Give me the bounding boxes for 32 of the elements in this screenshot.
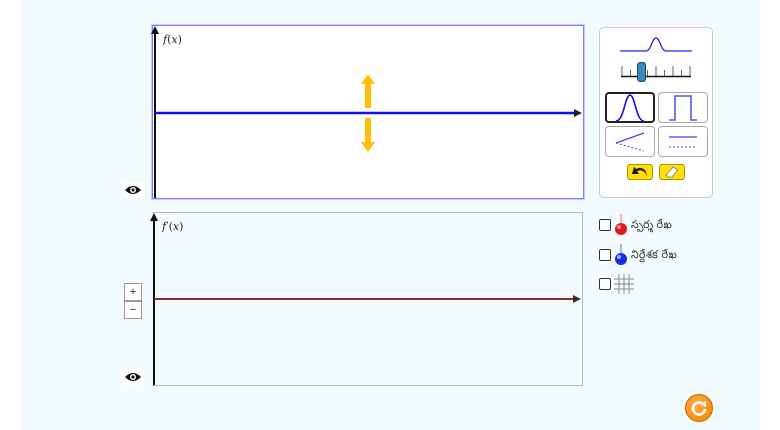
zoom-button[interactable]: −	[124, 301, 142, 319]
eye-icon	[125, 372, 141, 382]
ball-icon	[614, 214, 628, 236]
shape-button[interactable]	[658, 126, 708, 157]
shape-button[interactable]	[604, 92, 654, 123]
grid-icon	[614, 274, 634, 294]
flat-shape-icon	[668, 136, 698, 148]
zoom-button[interactable]: +	[124, 283, 142, 301]
slope-shape-icon	[614, 132, 644, 152]
curve-preview-icon	[620, 36, 692, 54]
reset-button[interactable]	[685, 394, 713, 422]
slider-thumb[interactable]	[636, 62, 646, 82]
undo-button[interactable]	[627, 164, 653, 180]
axis-label: f(x)	[163, 33, 182, 46]
ball-icon	[614, 244, 628, 266]
undo-icon	[631, 166, 649, 178]
option-label: నిర్దేశక రేఖ	[631, 250, 678, 260]
checkbox[interactable]	[599, 219, 611, 231]
eye-icon	[125, 185, 141, 195]
eye-button[interactable]	[122, 369, 144, 385]
checkbox[interactable]	[599, 249, 611, 261]
eye-button[interactable]	[122, 182, 144, 198]
pedestal-shape-icon	[668, 94, 698, 120]
eraser-button[interactable]	[659, 164, 685, 180]
width-slider[interactable]	[621, 60, 691, 82]
checkbox[interactable]	[599, 278, 611, 290]
reset-icon	[690, 399, 708, 417]
axis-label: f′(x)	[162, 220, 184, 233]
hump-shape-icon	[614, 94, 644, 122]
drag-arrow-icon[interactable]	[361, 74, 375, 152]
eraser-icon	[665, 166, 679, 178]
option-label: స్పర్శ రేఖ	[631, 220, 672, 230]
